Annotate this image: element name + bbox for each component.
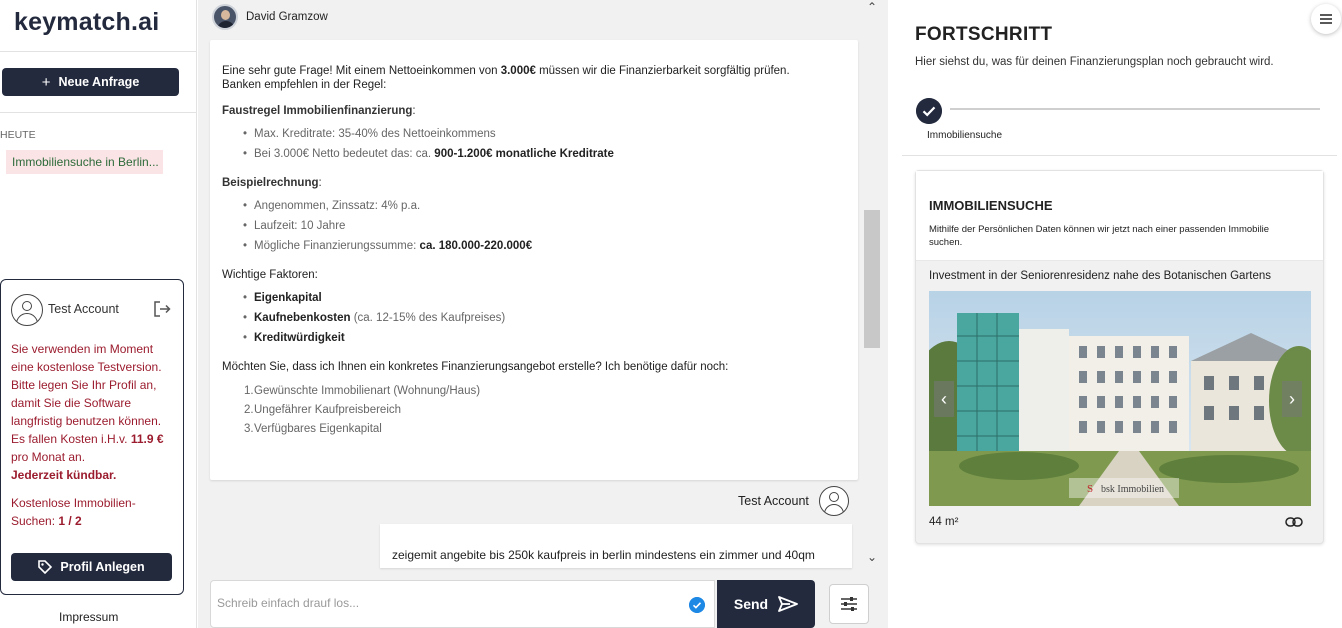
history-group-today: HEUTE — [0, 129, 36, 141]
list-item: Bei 3.000€ Netto bedeutet das: ca. 900-1… — [222, 144, 846, 164]
settings-button[interactable] — [829, 584, 869, 624]
list-item: Mögliche Finanzierungssumme: ca. 180.000… — [222, 236, 846, 256]
search-quota: Kostenlose Immobilien-Suchen: 1 / 2 — [11, 496, 136, 528]
bot-header: David Gramzow — [212, 4, 328, 30]
new-request-button[interactable]: + Neue Anfrage — [2, 68, 179, 96]
send-button[interactable]: Send — [717, 580, 815, 628]
rule-list: Max. Kreditrate: 35-40% des Nettoeinkomm… — [222, 124, 846, 164]
user-header: Test Account — [738, 486, 849, 516]
chevron-down-icon[interactable]: ⌄ — [867, 550, 877, 564]
list-item: Kreditwürdigkeit — [222, 328, 846, 348]
list-item: Angenommen, Zinssatz: 4% p.a. — [222, 196, 846, 216]
list-item: Kaufnebenkosten (ca. 12-15% des Kaufprei… — [222, 308, 846, 328]
list-item: Laufzeit: 10 Jahre — [222, 216, 846, 236]
bot-message: Eine sehr gute Frage! Mit einem Nettoein… — [210, 40, 858, 480]
price: 11.9 € — [130, 432, 164, 446]
needs-list: 1. Gewünschte Immobilienart (Wohnung/Haus… — [222, 382, 846, 439]
listing-area: 44 m² — [929, 516, 959, 528]
send-label: Send — [733, 596, 769, 612]
check-circle-icon — [689, 597, 705, 613]
factors-list: Eigenkapital Kaufnebenkosten (ca. 12-15%… — [222, 288, 846, 348]
listing-photo[interactable]: S bsk Immobilien — [929, 291, 1311, 506]
menu-button[interactable] — [1311, 4, 1341, 34]
chevron-right-icon: › — [1289, 388, 1295, 409]
chat-scrollbar[interactable]: ⌃ ⌄ — [864, 0, 882, 566]
example-list: Angenommen, Zinssatz: 4% p.a. Laufzeit: … — [222, 196, 846, 256]
message-input-box[interactable] — [210, 580, 715, 628]
account-card: Test Account Sie verwenden im Moment ein… — [0, 279, 184, 595]
create-profile-button[interactable]: Profil Anlegen — [11, 553, 172, 581]
chevron-up-icon[interactable]: ⌃ — [867, 0, 877, 14]
watermark-text: bsk Immobilien — [1101, 484, 1164, 495]
user-message: zeigemit angebite bis 250k kaufpreis in … — [380, 524, 852, 568]
message-input[interactable] — [217, 593, 677, 613]
progress-subtitle: Hier siehst du, was für deinen Finanzier… — [915, 56, 1274, 68]
listing-title[interactable]: Investment in der Seniorenresidenz nahe … — [929, 270, 1271, 282]
send-icon — [778, 596, 799, 612]
rule-heading: Faustregel Immobilienfinanzierung: — [222, 105, 416, 117]
impressum-link[interactable]: Impressum — [59, 610, 118, 624]
user-avatar-icon — [818, 486, 849, 516]
new-request-label: Neue Anfrage — [58, 75, 140, 89]
bot-avatar — [212, 4, 238, 30]
example-heading: Beispielrechnung: — [222, 177, 322, 189]
cancel-note: Jederzeit kündbar. — [11, 468, 117, 482]
step-connector — [950, 108, 1320, 110]
next-image-button[interactable]: › — [1282, 381, 1302, 417]
account-name: Test Account — [48, 302, 119, 316]
list-item: 2. Ungefährer Kaufpreisbereich — [244, 404, 402, 416]
list-item: Max. Kreditrate: 35-40% des Nettoeinkomm… — [222, 124, 846, 144]
plus-icon: + — [41, 73, 51, 91]
list-item: 3. Verfügbares Eigenkapital — [244, 423, 382, 435]
bot-name: David Gramzow — [246, 11, 328, 23]
logo: keymatch.ai — [14, 8, 160, 36]
step-done-icon — [916, 98, 942, 124]
scroll-thumb[interactable] — [864, 210, 880, 348]
divider — [0, 51, 197, 52]
divider — [0, 112, 197, 113]
intro: Eine sehr gute Frage! Mit einem Nettoein… — [222, 65, 790, 91]
history-item[interactable]: Immobiliensuche in Berlin... — [6, 150, 163, 174]
step-label: Immobiliensuche — [927, 130, 1003, 141]
sliders-icon — [841, 597, 857, 611]
hamburger-icon — [1320, 14, 1332, 24]
sidebar: keymatch.ai + Neue Anfrage HEUTE Immobil… — [0, 0, 197, 628]
list-item: Eigenkapital — [222, 288, 846, 308]
property-search-card: IMMOBILIENSUCHE Mithilfe der Persönliche… — [915, 170, 1324, 544]
factors-heading: Wichtige Faktoren: — [222, 269, 318, 281]
list-item: 1. Gewünschte Immobilienart (Wohnung/Haus… — [244, 385, 481, 397]
logout-icon[interactable] — [153, 300, 171, 318]
user-name: Test Account — [738, 494, 809, 508]
prev-image-button[interactable]: ‹ — [934, 381, 954, 417]
question: Möchten Sie, dass ich Ihnen ein konkrete… — [222, 361, 729, 373]
quota-value: 1 / 2 — [58, 514, 82, 528]
card-header: IMMOBILIENSUCHE Mithilfe der Persönliche… — [916, 171, 1323, 261]
create-profile-label: Profil Anlegen — [60, 560, 145, 574]
card-description: Mithilfe der Persönlichen Daten können w… — [929, 224, 1270, 248]
chat-area: David Gramzow Eine sehr gute Frage! Mit … — [198, 0, 888, 628]
progress-title: FORTSCHRITT — [915, 24, 1053, 45]
svg-text:S: S — [1087, 483, 1093, 495]
user-avatar-icon — [11, 294, 43, 326]
link-icon[interactable] — [1285, 515, 1303, 529]
progress-panel: FORTSCHRITT Hier siehst du, was für dein… — [902, 0, 1342, 628]
card-title: IMMOBILIENSUCHE — [929, 198, 1053, 213]
chevron-left-icon: ‹ — [941, 388, 947, 409]
tag-icon — [38, 560, 53, 574]
trial-notice: Sie verwenden im Moment eine kostenlose … — [11, 342, 164, 482]
divider — [902, 155, 1337, 156]
